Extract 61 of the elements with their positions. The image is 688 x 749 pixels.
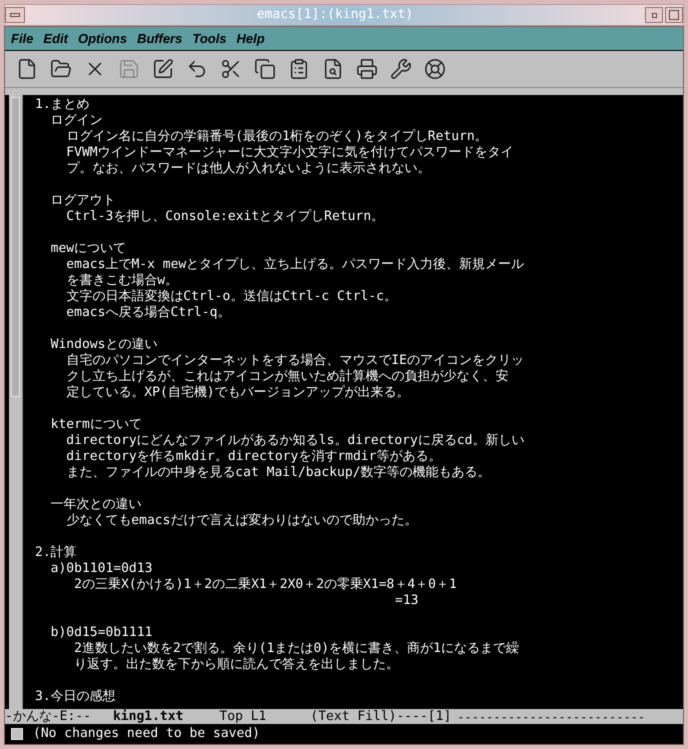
buffer-line: 定している。XP(自宅機)でもバージョンアップが出来る。 <box>65 385 411 401</box>
folder-icon <box>50 58 72 80</box>
buffer-line: 少なくてもemacsだけで言えば変わりはないので助かった。 <box>65 513 418 529</box>
echo-area-message: (No changes need to be saved) <box>33 725 260 744</box>
buffer-line: また、ファイルの中身を見るcat Mail/backup/数字等の機能もある。 <box>65 465 492 481</box>
mode-line-status: -かんな-E:-- <box>5 709 91 724</box>
buffer-line: directoryにどんなファイルがあるか知るls。directoryに戻るcd。新しい <box>65 433 526 449</box>
clipboard-icon <box>288 58 310 80</box>
buffer-line: 自宅のパソコンでインターネットをする場合、マウスでIEのアイコンをクリッ <box>65 353 525 369</box>
copy-icon <box>254 58 276 80</box>
menu-item[interactable]: Options <box>78 28 128 48</box>
buffer-line: ログイン <box>50 113 104 129</box>
menu-item[interactable]: Tools <box>192 28 227 48</box>
menu-item[interactable]: File <box>11 28 34 48</box>
save-edit-icon <box>152 58 174 80</box>
buffer-line: プ。なお、パスワードは他人が入れないように表示されない。 <box>65 161 432 177</box>
buffer-line: クし立ち上げるが、これはアイコンが無いため計算機への負担が少なく、安 <box>65 369 510 385</box>
mode-line-fill: -------------------------- <box>457 709 646 724</box>
new-file-icon <box>16 58 38 80</box>
echo-area-box-icon <box>11 728 23 740</box>
maximize-icon[interactable] <box>665 7 683 23</box>
lifebuoy-icon <box>424 58 446 80</box>
minimize-icon[interactable] <box>645 7 663 23</box>
window-title: emacs[1]:(king1.txt) <box>256 6 414 24</box>
buffer-line: emacsへ戻る場合Ctrl-q。 <box>65 305 232 321</box>
buffer-line: a)0b1101=0d13 <box>50 561 154 577</box>
scrollbar-thumb[interactable] <box>11 97 20 397</box>
buffer-line: =13 <box>394 593 420 609</box>
menu-item[interactable]: Buffers <box>137 28 182 48</box>
wrench-icon <box>390 58 412 80</box>
printer-icon <box>356 58 378 80</box>
buffer-line: 1.まとめ <box>35 97 91 113</box>
undo-icon <box>186 58 208 80</box>
buffer-line: FVWMウインドーマネージャーに大文字小文字に気を付けてパスワードをタイ <box>65 145 515 161</box>
buffer-line: 2進数したい数を2で割る。余り(1または0)を横に書き、商が1になるまで繰 <box>73 641 520 657</box>
buffer-line: ログイン名に自分の学籍番号(最後の1桁をのぞく)をタイプしReturn。 <box>65 129 489 145</box>
window-menu-icon[interactable] <box>5 7 25 23</box>
buffer-line: b)0d15=0b1111 <box>50 625 154 641</box>
buffer-line: Windowsとの違い <box>50 337 158 353</box>
buffer-line: ログアウト <box>50 193 117 209</box>
buffer-line: Ctrl-3を押し、Console:exitとタイプしReturn。 <box>65 209 386 225</box>
save-icon <box>118 58 140 80</box>
buffer-name: king1.txt <box>112 709 184 724</box>
buffer-line: emacs上でM-x mewとタイプし、立ち上げる。パスワード入力後、新規メール <box>65 257 526 273</box>
mode-line-mode: (Text Fill)----[1] <box>310 709 452 724</box>
scrollbar[interactable] <box>9 95 23 709</box>
search-icon <box>322 58 344 80</box>
buffer-line: 文字の日本語変換はCtrl-o。送信はCtrl-c Ctrl-c。 <box>65 289 398 305</box>
mode-line-position: Top L1 <box>219 709 266 724</box>
buffer-line: り返す。出た数を下から順に読んで答えを出しました。 <box>73 657 400 673</box>
menu-item[interactable]: Edit <box>43 28 68 48</box>
buffer-line: 一年次との違い <box>50 497 143 513</box>
buffer-line: ktermについて <box>50 417 143 433</box>
buffer-line: 2の三乗X(かける)1＋2の二乗X1＋2X0＋2の零乗X1=8＋4＋0＋1 <box>73 577 458 593</box>
scissors-icon <box>220 58 242 80</box>
buffer-line: mewについて <box>50 241 128 257</box>
buffer-line: を書きこむ場合w。 <box>65 273 180 289</box>
menu-item[interactable]: Help <box>236 28 265 48</box>
buffer-line: directoryを作るmkdir。directoryを消すrmdir等がある。 <box>65 449 442 465</box>
buffer-line: 3.今日の感想 <box>35 689 117 705</box>
buffer-line: 2.計算 <box>35 545 78 561</box>
